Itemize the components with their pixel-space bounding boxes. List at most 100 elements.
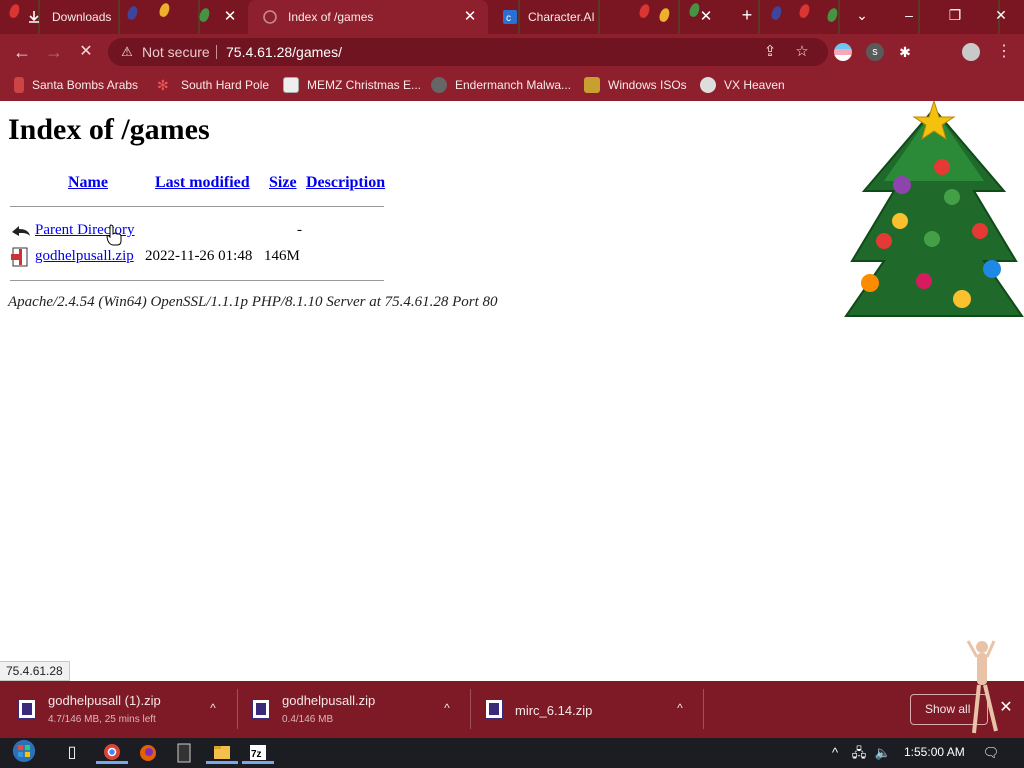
dancing-figure-decoration (966, 640, 998, 734)
column-header-size[interactable]: Size (269, 174, 297, 192)
column-header-last-modified[interactable]: Last modified (155, 174, 250, 192)
download-progress: 0.4/146 MB (282, 714, 334, 725)
zip-file-icon (485, 699, 503, 719)
download-item[interactable]: godhelpusall.zip 0.4/146 MB ^ (234, 681, 470, 738)
bookmark-santa-bombs-arabs[interactable]: Santa Bombs Arabs (14, 77, 138, 93)
svg-text:c: c (506, 13, 511, 24)
tab-search-chevron-icon[interactable]: ⌄ (840, 0, 884, 30)
table-row: Parent Directory - (10, 220, 610, 242)
profile-avatar-icon[interactable] (962, 43, 980, 61)
snowflake-icon: ✻ (157, 77, 169, 93)
forward-button[interactable]: → (40, 38, 68, 66)
page-title: Index of /games (8, 113, 210, 146)
back-button[interactable]: ← (8, 38, 36, 66)
file-size: 146M (264, 248, 300, 264)
firefox-taskbar-icon[interactable] (132, 741, 164, 765)
tab-index-of-games[interactable]: Index of /games ✕ (248, 0, 488, 34)
tab-strip: Downloads ✕ Index of /games ✕ c Characte… (0, 0, 1024, 34)
bookmark-vx-heaven[interactable]: VX Heaven (700, 77, 785, 93)
compressed-file-icon (10, 247, 32, 267)
bookmark-memz-christmas[interactable]: MEMZ Christmas E... (283, 77, 421, 93)
warning-icon[interactable]: ⚠ (118, 43, 136, 61)
chrome-taskbar-icon[interactable] (96, 741, 128, 765)
chevron-up-icon[interactable]: ^ (672, 700, 688, 716)
file-size: - (297, 222, 302, 238)
bookmark-label: Windows ISOs (608, 78, 687, 92)
omnibox-separator (216, 45, 217, 59)
download-filename: mirc_6.14.zip (515, 703, 593, 718)
character-ai-icon: c (502, 9, 518, 25)
address-bar[interactable]: ⚠ Not secure 75.4.61.28/games/ ⇪ ☆ (108, 38, 828, 66)
bookmark-star-icon[interactable]: ☆ (792, 42, 812, 62)
stop-loading-button[interactable]: ✕ (72, 38, 100, 66)
chevron-up-tray-icon[interactable]: ^ (826, 744, 844, 762)
endermanch-icon (431, 77, 447, 93)
browser-toolbar: ← → ✕ ⚠ Not secure 75.4.61.28/games/ ⇪ ☆… (0, 34, 1024, 70)
download-item[interactable]: godhelpusall (1).zip 4.7/146 MB, 25 mins… (0, 681, 236, 738)
column-header-name[interactable]: Name (68, 174, 108, 192)
browser-menu-icon[interactable]: ⋮ (990, 38, 1018, 66)
christmas-tree-decoration (844, 101, 1024, 317)
chevron-up-icon[interactable]: ^ (439, 700, 455, 716)
minimize-button[interactable]: – (886, 0, 932, 30)
close-tab-icon[interactable]: ✕ (222, 9, 238, 25)
download-filename: godhelpusall.zip (282, 693, 376, 708)
vx-heaven-icon (700, 77, 716, 93)
share-icon[interactable]: ⇪ (760, 42, 780, 62)
bookmark-label: South Hard Pole (181, 78, 270, 92)
svg-text:7z: 7z (251, 749, 262, 760)
close-tab-icon[interactable]: ✕ (462, 9, 478, 25)
new-tab-button[interactable]: + (730, 0, 764, 30)
file-link-godhelpusall[interactable]: godhelpusall.zip (35, 248, 134, 265)
download-filename: godhelpusall (1).zip (48, 693, 161, 708)
7zip-taskbar-icon[interactable]: 7z (242, 741, 274, 765)
maximize-button[interactable]: ❐ (932, 0, 978, 30)
security-label: Not secure (142, 44, 210, 60)
zip-file-icon (252, 699, 270, 719)
windows-iso-icon (584, 77, 600, 93)
light-bulb-decoration (825, 6, 840, 24)
bookmark-endermanch[interactable]: Endermanch Malwa... (431, 77, 571, 93)
download-item[interactable]: mirc_6.14.zip ^ (467, 681, 703, 738)
extension-flag-icon[interactable] (834, 43, 852, 61)
bookmarks-bar: Santa Bombs Arabs ✻ South Hard Pole MEMZ… (0, 70, 1024, 101)
windows-taskbar: ▯ 7z ^ 🖧 🔈 1:55:00 AM 🗨 (0, 738, 1024, 768)
zip-file-icon (18, 699, 36, 719)
bookmark-windows-isos[interactable]: Windows ISOs (584, 77, 687, 93)
table-row: godhelpusall.zip 2022-11-26 01:48 146M (10, 246, 610, 268)
column-header-description[interactable]: Description (306, 174, 385, 192)
task-view-icon[interactable]: ▯ (56, 741, 88, 765)
bookmark-label: Endermanch Malwa... (455, 78, 572, 92)
tab-character-ai[interactable]: c Character.AI ✕ (488, 2, 724, 32)
download-separator (703, 689, 704, 729)
light-bulb-decoration (797, 2, 812, 20)
network-icon[interactable]: 🖧 (850, 744, 868, 762)
app-taskbar-icon[interactable] (168, 741, 200, 765)
chevron-up-icon[interactable]: ^ (205, 700, 221, 716)
tab-title: Index of /games (288, 10, 374, 24)
notifications-icon[interactable]: 🗨 (982, 744, 1000, 762)
volume-icon[interactable]: 🔈 (874, 744, 892, 762)
back-arrow-icon (10, 221, 32, 241)
tab-title: Character.AI (528, 10, 595, 24)
close-window-button[interactable]: ✕ (978, 0, 1024, 30)
file-last-modified: 2022-11-26 01:48 (145, 248, 253, 264)
url-text[interactable]: 75.4.61.28/games/ (226, 44, 342, 60)
table-divider (10, 280, 384, 281)
server-signature: Apache/2.4.54 (Win64) OpenSSL/1.1.1p PHP… (8, 294, 498, 310)
tab-downloads[interactable]: Downloads ✕ (12, 2, 248, 32)
downloads-bar: godhelpusall (1).zip 4.7/146 MB, 25 mins… (0, 640, 1024, 738)
file-explorer-taskbar-icon[interactable] (206, 741, 238, 765)
taskbar-clock[interactable]: 1:55:00 AM (904, 745, 965, 759)
table-divider (10, 206, 384, 207)
start-button-icon[interactable] (8, 739, 40, 763)
hand-cursor-icon (106, 224, 122, 246)
close-tab-icon[interactable]: ✕ (698, 9, 714, 25)
extension-s-icon[interactable]: s (866, 43, 884, 61)
bookmark-label: Santa Bombs Arabs (32, 78, 139, 92)
bookmark-south-hard-pole[interactable]: ✻ South Hard Pole (157, 77, 269, 93)
web-page-content: Index of /games Name Last modified Size … (0, 101, 1024, 681)
loading-spinner-icon (262, 9, 278, 25)
bookmark-label: VX Heaven (724, 78, 785, 92)
extensions-puzzle-icon[interactable]: ✱ (896, 43, 914, 61)
